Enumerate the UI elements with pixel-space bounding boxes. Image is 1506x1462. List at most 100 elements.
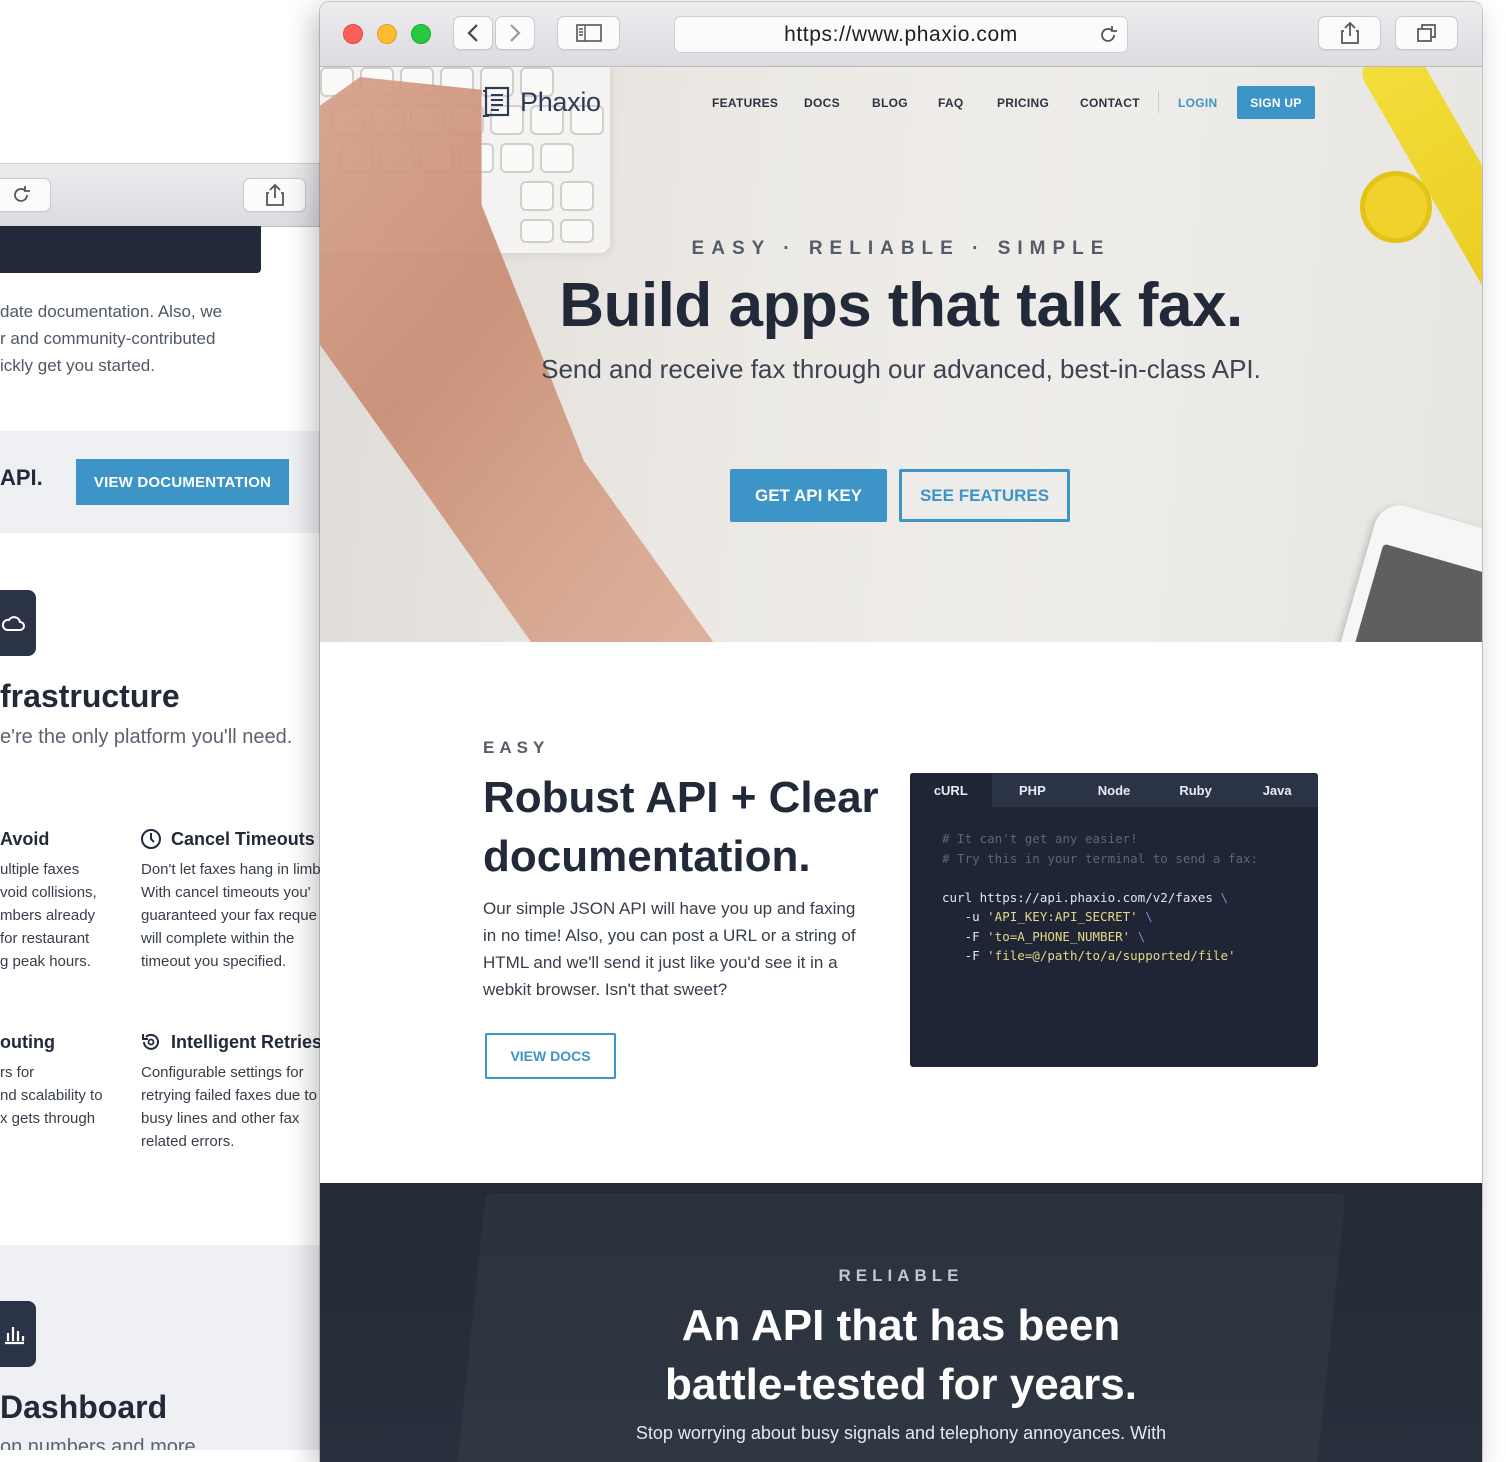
code-block-bottom	[0, 226, 261, 273]
easy-eyebrow: EASY	[483, 738, 550, 757]
reload-button[interactable]	[0, 178, 51, 212]
feature-text: for restaurant	[0, 930, 90, 947]
share-icon	[265, 183, 284, 206]
feature-title: Avoid	[0, 829, 50, 849]
code-string: 'file=@/path/to/a/supported/file'	[987, 948, 1236, 963]
address-bar-url: https://www.phaxio.com	[784, 22, 1018, 46]
doc-text-line: ickly get you started.	[0, 356, 155, 375]
close-window-button[interactable]	[343, 24, 363, 44]
nav-blog[interactable]: BLOG	[872, 96, 908, 110]
address-bar[interactable]: https://www.phaxio.com	[674, 16, 1128, 53]
nav-pricing[interactable]: PRICING	[997, 96, 1049, 110]
back-button[interactable]	[453, 16, 493, 50]
share-button[interactable]	[1318, 16, 1381, 50]
feature-text: void collisions,	[0, 884, 97, 901]
reliable-eyebrow: RELIABLE	[838, 1266, 964, 1285]
logo-text: Phaxio	[520, 86, 601, 117]
sidebar-toggle-button[interactable]	[557, 16, 620, 50]
feature-text: related errors.	[141, 1133, 235, 1150]
tabs-overview-button[interactable]	[1395, 16, 1458, 50]
code-flag: -u	[942, 909, 988, 924]
tab-curl[interactable]: cURL	[910, 773, 992, 807]
view-docs-button[interactable]: VIEW DOCS	[485, 1033, 616, 1079]
minimize-window-button[interactable]	[377, 24, 397, 44]
background-browser-toolbar	[0, 163, 330, 227]
code-comment: # It can't get any easier!	[942, 831, 1138, 846]
feature-text: rs for	[0, 1064, 35, 1081]
tab-php[interactable]: PHP	[992, 773, 1074, 807]
code-continuation: \	[1145, 909, 1153, 924]
reliable-body: Stop worrying about busy signals and tel…	[635, 1423, 1167, 1443]
reliable-title-line: battle-tested for years.	[665, 1360, 1137, 1409]
hero-section: Phaxio FEATURES DOCS BLOG FAQ PRICING CO…	[320, 67, 1482, 642]
feature-text: guaranteed your fax reque	[141, 907, 317, 924]
code-continuation: \	[1220, 889, 1228, 905]
feature-text: Don't let faxes hang in limb	[141, 861, 321, 878]
feature-text: ultiple faxes	[0, 861, 80, 878]
nav-faq[interactable]: FAQ	[938, 96, 964, 110]
infrastructure-subtitle: e're the only platform you'll need.	[0, 726, 293, 748]
nav-divider	[1158, 91, 1159, 113]
maximize-window-button[interactable]	[411, 24, 431, 44]
get-api-key-button[interactable]: GET API KEY	[730, 469, 887, 522]
feature-text: retrying failed faxes due to	[141, 1087, 317, 1104]
code-flag: -F	[942, 928, 988, 944]
chevron-right-icon	[510, 24, 521, 42]
clock-icon	[141, 829, 161, 849]
code-language-tabs: cURL PHP Node Ruby Java	[910, 773, 1318, 807]
phone-photo	[1310, 499, 1482, 642]
feature-text: nd scalability to	[0, 1087, 103, 1104]
watch-face-photo	[1360, 171, 1432, 243]
hero-subtitle: Send and receive fax through our advance…	[541, 354, 1261, 384]
reload-icon[interactable]	[1097, 24, 1119, 46]
easy-title: Robust API + Clear documentation.	[483, 773, 879, 881]
browser-window: https://www.phaxio.com Phaxio FEATURES D…	[320, 2, 1482, 1462]
fax-document-icon	[483, 86, 510, 117]
nav-features[interactable]: FEATURES	[712, 96, 778, 110]
code-sample: # It can't get any easier! # Try this in…	[942, 829, 1258, 966]
sign-up-button[interactable]: SIGN UP	[1237, 86, 1315, 119]
sidebar-icon	[575, 24, 602, 42]
chart-icon-box	[0, 1301, 36, 1367]
share-icon	[1340, 21, 1359, 44]
tab-ruby[interactable]: Ruby	[1155, 773, 1237, 807]
hero-title: Build apps that talk fax.	[559, 271, 1243, 340]
code-string: 'API_KEY:API_SECRET'	[987, 909, 1138, 924]
tabs-icon	[1416, 24, 1436, 42]
chevron-left-icon	[467, 24, 478, 42]
feature-text: Configurable settings for	[141, 1064, 304, 1081]
dashboard-subtitle: on numbers and more	[0, 1436, 196, 1450]
feature-title: outing	[0, 1032, 55, 1052]
cloud-icon	[1, 616, 25, 631]
feature-text: mbers already	[0, 907, 96, 924]
tab-node[interactable]: Node	[1073, 773, 1155, 807]
infrastructure-heading: frastructure	[0, 678, 180, 714]
phaxio-logo[interactable]: Phaxio	[482, 85, 601, 119]
feature-text: timeout you specified.	[141, 953, 287, 970]
feature-text: g peak hours.	[0, 953, 91, 970]
cloud-icon-box	[0, 590, 36, 656]
reload-icon	[13, 186, 30, 202]
view-documentation-button[interactable]: VIEW DOCUMENTATION	[76, 459, 289, 505]
code-command: curl https://api.phaxio.com/v2/faxes	[942, 889, 1213, 905]
feature-text: With cancel timeouts you'	[141, 884, 311, 901]
nav-docs[interactable]: DOCS	[804, 96, 840, 110]
nav-login[interactable]: LOGIN	[1178, 96, 1218, 110]
browser-toolbar: https://www.phaxio.com	[320, 2, 1482, 67]
reliable-title-line: An API that has been	[681, 1301, 1121, 1350]
bar-chart-icon	[5, 1327, 25, 1345]
background-browser-window: date documentation. Also, we r and commu…	[0, 0, 330, 1450]
share-button[interactable]	[243, 178, 306, 212]
feature-text: busy lines and other fax	[141, 1110, 300, 1127]
feature-title: Cancel Timeouts	[171, 829, 315, 849]
easy-body: Our simple JSON API will have you up and…	[483, 899, 856, 999]
code-comment: # Try this in your terminal to send a fa…	[942, 850, 1259, 866]
tab-java[interactable]: Java	[1236, 773, 1318, 807]
hero-eyebrow: EASY · RELIABLE · SIMPLE	[691, 238, 1111, 259]
doc-text-line: date documentation. Also, we	[0, 302, 223, 321]
code-flag: -F	[942, 948, 988, 963]
nav-contact[interactable]: CONTACT	[1080, 96, 1140, 110]
see-features-button[interactable]: SEE FEATURES	[899, 469, 1070, 522]
dashboard-heading: Dashboard	[0, 1389, 168, 1425]
forward-button[interactable]	[495, 16, 535, 50]
